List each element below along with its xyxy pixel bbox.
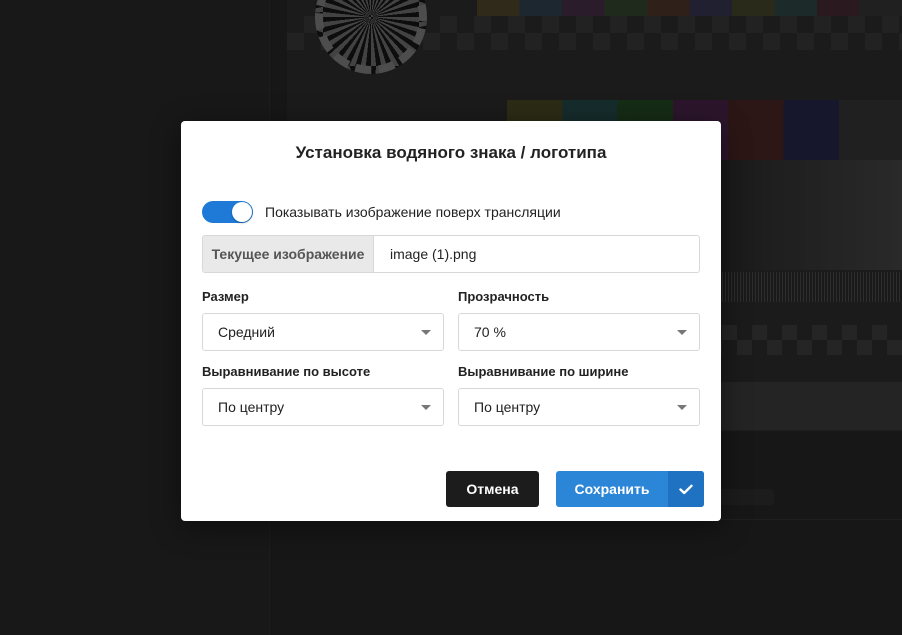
caret-down-icon bbox=[421, 329, 431, 335]
show-overlay-label[interactable]: Показывать изображение поверх трансляции bbox=[265, 204, 561, 220]
watermark-dialog: Установка водяного знака / логотипа Пока… bbox=[181, 121, 721, 521]
check-icon bbox=[668, 471, 704, 507]
toggle-knob bbox=[232, 202, 252, 222]
size-select[interactable]: Средний bbox=[202, 313, 444, 351]
cancel-button[interactable]: Отмена bbox=[446, 471, 539, 507]
horizontal-align-label: Выравнивание по ширине bbox=[458, 364, 629, 379]
horizontal-align-field: Выравнивание по ширине По центру bbox=[458, 364, 700, 426]
show-overlay-toggle[interactable] bbox=[202, 201, 253, 223]
vertical-align-label: Выравнивание по высоте bbox=[202, 364, 371, 379]
vertical-align-value: По центру bbox=[218, 399, 285, 415]
show-overlay-row: Показывать изображение поверх трансляции bbox=[202, 200, 561, 224]
size-label: Размер bbox=[202, 289, 249, 304]
caret-down-icon bbox=[677, 404, 687, 410]
opacity-select[interactable]: 70 % bbox=[458, 313, 700, 351]
opacity-value: 70 % bbox=[474, 324, 506, 340]
size-field: Размер Средний bbox=[202, 289, 444, 351]
horizontal-align-select[interactable]: По центру bbox=[458, 388, 700, 426]
dialog-title: Установка водяного знака / логотипа bbox=[295, 143, 607, 162]
save-button[interactable]: Сохранить bbox=[556, 471, 704, 507]
caret-down-icon bbox=[677, 329, 687, 335]
vertical-align-select[interactable]: По центру bbox=[202, 388, 444, 426]
caret-down-icon bbox=[421, 404, 431, 410]
horizontal-align-value: По центру bbox=[474, 399, 541, 415]
current-image-value[interactable]: image (1).png bbox=[374, 236, 699, 272]
save-button-label: Сохранить bbox=[574, 481, 650, 497]
opacity-label: Прозрачность bbox=[458, 289, 550, 304]
size-value: Средний bbox=[218, 324, 275, 340]
current-image-label[interactable]: Текущее изображение bbox=[203, 236, 374, 272]
vertical-align-field: Выравнивание по высоте По центру bbox=[202, 364, 444, 426]
current-image-field: Текущее изображение image (1).png bbox=[202, 235, 700, 273]
opacity-field: Прозрачность 70 % bbox=[458, 289, 700, 351]
